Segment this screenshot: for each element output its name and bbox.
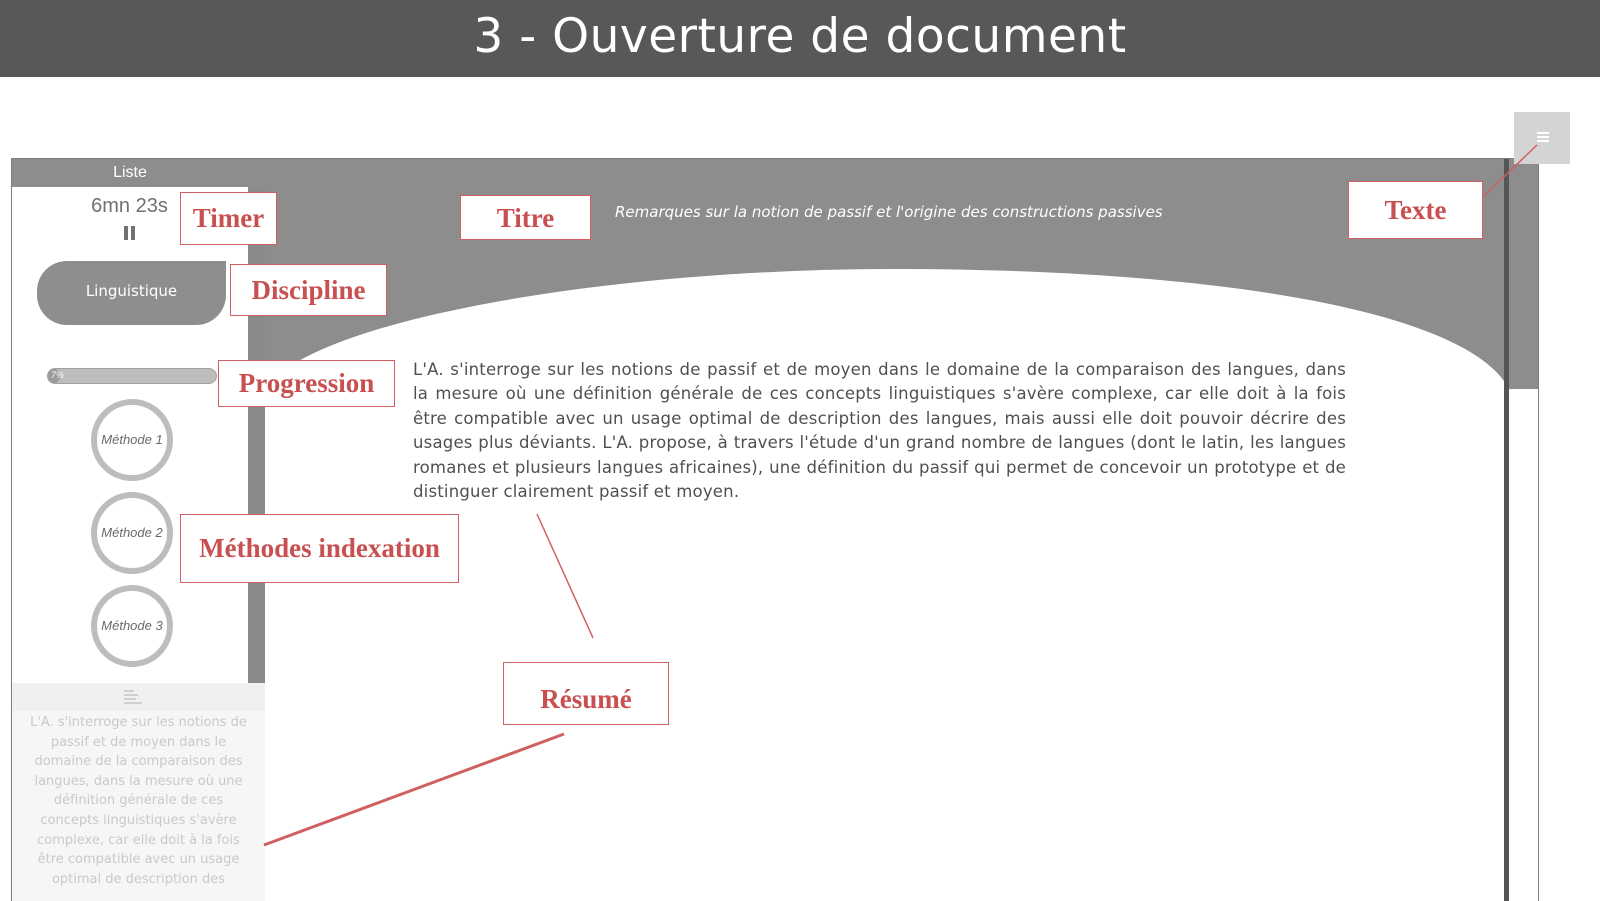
method-3-button[interactable]: Méthode 3	[91, 585, 173, 667]
progress-bar: 7%	[47, 368, 217, 384]
method-2-button[interactable]: Méthode 2	[91, 492, 173, 574]
callout-timer: Timer	[180, 192, 277, 245]
method-1-button[interactable]: Méthode 1	[91, 399, 173, 481]
progress-label: 7%	[51, 370, 65, 380]
callout-discipline: Discipline	[230, 264, 387, 316]
page-banner-title: 3 - Ouverture de document	[0, 0, 1600, 77]
text-lines-icon	[124, 690, 142, 704]
summary-text: L'A. s'interroge sur les notions de pass…	[12, 711, 265, 901]
list-tab[interactable]: Liste	[12, 159, 248, 187]
callout-titre: Titre	[460, 195, 591, 240]
discipline-badge[interactable]: Linguistique	[37, 261, 226, 325]
document-title: Remarques sur la notion de passif et l'o…	[615, 203, 1163, 221]
callout-methodes-indexation: Méthodes indexation	[180, 514, 459, 583]
pause-icon[interactable]	[124, 226, 136, 240]
text-toggle-button[interactable]	[1514, 112, 1570, 164]
viewer-right-edge	[1504, 159, 1509, 901]
document-abstract: L'A. s'interroge sur les notions de pass…	[413, 360, 1346, 502]
callout-resume: Résumé	[503, 662, 669, 725]
callout-progression: Progression	[218, 360, 395, 407]
text-lines-icon	[1537, 132, 1549, 142]
summary-header[interactable]	[12, 683, 265, 711]
timer-display: 6mn 23s	[91, 195, 168, 217]
callout-texte: Texte	[1348, 181, 1483, 239]
